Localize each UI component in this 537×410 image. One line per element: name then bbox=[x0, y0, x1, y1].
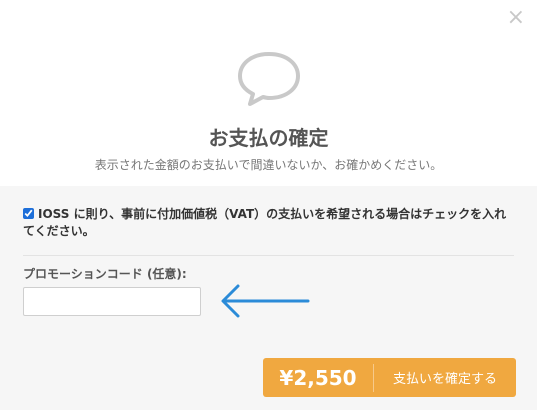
arrow-left-icon bbox=[218, 283, 310, 323]
page-subtitle: 表示された金額のお支払いで間違いないか、お確かめください。 bbox=[94, 158, 443, 172]
ioss-option[interactable]: IOSS に則り、事前に付加価値税（VAT）の支払いを希望される場合はチェックを… bbox=[23, 206, 513, 240]
chat-bubble-icon bbox=[236, 50, 302, 112]
dialog-body: IOSS に則り、事前に付加価値税（VAT）の支払いを希望される場合はチェックを… bbox=[0, 186, 537, 410]
divider bbox=[23, 255, 514, 256]
ioss-label: IOSS に則り、事前に付加価値税（VAT）の支払いを希望される場合はチェックを… bbox=[23, 207, 507, 238]
price-amount: ¥2,550 bbox=[263, 363, 374, 392]
promo-code-label: プロモーションコード (任意): bbox=[23, 267, 187, 281]
ioss-checkbox[interactable] bbox=[23, 208, 34, 219]
promo-code-input[interactable] bbox=[23, 287, 201, 316]
confirm-payment-button[interactable]: ¥2,550 支払いを確定する bbox=[263, 358, 516, 397]
dialog-header: お支払の確定 表示された金額のお支払いで間違いないか、お確かめください。 bbox=[0, 0, 537, 186]
page-title: お支払の確定 bbox=[208, 126, 329, 150]
confirm-payment-label: 支払いを確定する bbox=[392, 372, 497, 387]
